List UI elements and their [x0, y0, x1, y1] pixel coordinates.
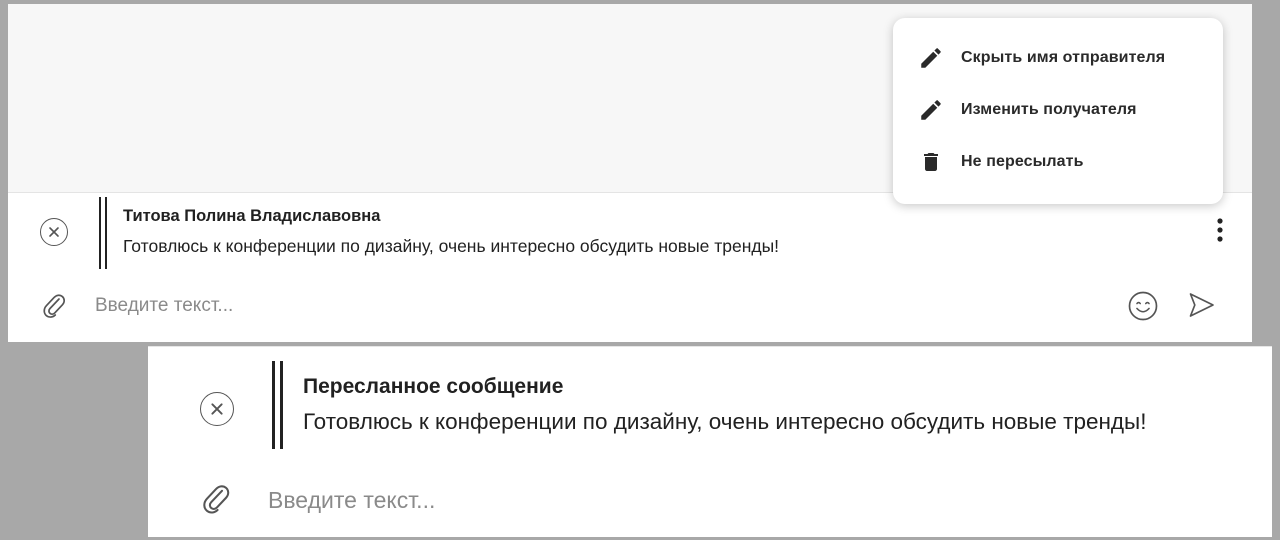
menu-item-label: Изменить получателя	[961, 101, 1137, 118]
smile-icon[interactable]	[1127, 290, 1159, 322]
menu-item-hide-sender[interactable]: Скрыть имя отправителя	[893, 36, 1223, 80]
forward-message-text: Готовлюсь к конференции по дизайну, очен…	[303, 409, 1147, 434]
forward-message-text: Готовлюсь к конференции по дизайну, очен…	[123, 236, 780, 256]
pencil-icon	[918, 97, 944, 123]
send-icon[interactable]	[1186, 290, 1218, 320]
paperclip-icon[interactable]	[39, 290, 69, 320]
quote-bar	[99, 197, 107, 269]
more-vertical-icon[interactable]	[1212, 216, 1228, 246]
menu-item-label: Скрыть имя отправителя	[961, 49, 1166, 66]
quote-bar	[272, 361, 283, 449]
trash-icon	[918, 149, 944, 175]
forward-options-menu: Скрыть имя отправителя Изменить получате…	[893, 18, 1223, 204]
menu-item-change-recipient[interactable]: Изменить получателя	[893, 88, 1223, 132]
paperclip-icon[interactable]	[198, 480, 234, 516]
forward-sender-name: Титова Полина Владиславовна	[123, 207, 381, 225]
cancel-forward-button[interactable]	[40, 218, 68, 246]
forward-title: Пересланное сообщение	[303, 375, 564, 398]
composer-panel-bottom: Пересланное сообщение Готовлюсь к конфер…	[148, 346, 1272, 537]
cancel-forward-button[interactable]	[200, 392, 234, 426]
menu-item-dont-forward[interactable]: Не пересылать	[893, 140, 1223, 184]
menu-item-label: Не пересылать	[961, 153, 1084, 170]
message-input[interactable]	[268, 483, 1168, 517]
pencil-icon	[918, 45, 944, 71]
close-icon	[211, 403, 223, 415]
message-input[interactable]	[95, 292, 995, 320]
close-icon	[49, 227, 59, 237]
